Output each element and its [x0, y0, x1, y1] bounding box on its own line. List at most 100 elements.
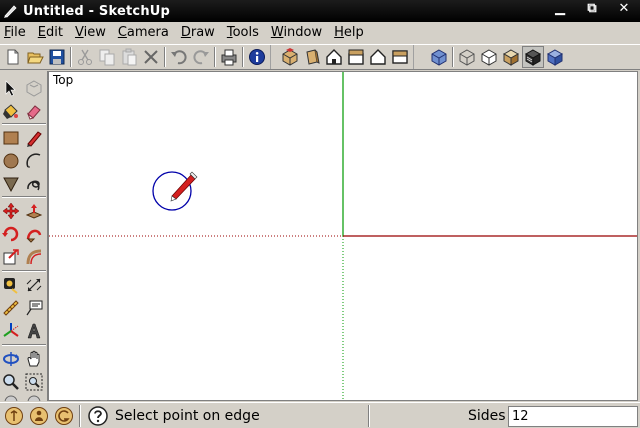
make-component-button[interactable]: [23, 77, 45, 99]
instructor-help-button[interactable]: [87, 405, 109, 427]
view-left-icon: [392, 50, 408, 64]
xray-button[interactable]: [428, 46, 450, 68]
undo-icon: [171, 50, 187, 65]
arc-tool-button[interactable]: [23, 150, 45, 172]
model-info-icon: [249, 49, 265, 65]
scale-icon: [3, 249, 19, 265]
menu-tools[interactable]: Tools: [221, 23, 265, 43]
new-button[interactable]: [2, 46, 24, 68]
menu-edit[interactable]: Edit: [32, 23, 69, 43]
dimension-tool-button[interactable]: [23, 274, 45, 296]
rotate-tool-button[interactable]: [0, 223, 22, 245]
eraser-button[interactable]: [23, 100, 45, 122]
cut-button[interactable]: [74, 46, 96, 68]
erase-button[interactable]: [140, 46, 162, 68]
help-question-icon: [88, 405, 108, 426]
window-title: Untitled - SketchUp: [23, 3, 171, 19]
axes-tool-button[interactable]: [0, 320, 22, 342]
paste-button[interactable]: [118, 46, 140, 68]
left-view-button[interactable]: [389, 46, 411, 68]
left-tools-palette: [0, 71, 48, 401]
copy-button[interactable]: [96, 46, 118, 68]
menu-help[interactable]: Help: [328, 23, 370, 43]
shaded-textures-button[interactable]: [522, 46, 544, 68]
freehand-tool-button[interactable]: [23, 173, 45, 195]
hidden-line-button[interactable]: [478, 46, 500, 68]
previous-view-button[interactable]: [0, 393, 22, 401]
rectangle-tool-button[interactable]: [0, 127, 22, 149]
polygon-tool-button[interactable]: [0, 173, 22, 195]
iso-view-button[interactable]: [279, 46, 301, 68]
orbit-icon: [3, 352, 19, 366]
follow-me-tool-button[interactable]: [23, 223, 45, 245]
measurements-input[interactable]: [508, 406, 638, 427]
select-arrow-icon: [5, 80, 16, 97]
protractor-tool-button[interactable]: [0, 297, 22, 319]
shaded-textures-icon: [524, 49, 542, 66]
close-button[interactable]: ✕: [609, 0, 639, 16]
paint-bucket-icon: [3, 104, 18, 119]
arc-icon: [26, 153, 41, 168]
circle-icon: [3, 153, 19, 169]
previous-view-icon: [4, 395, 18, 401]
sign-in-button[interactable]: [53, 405, 75, 427]
line-tool-button[interactable]: [23, 127, 45, 149]
paint-bucket-button[interactable]: [0, 100, 22, 122]
file-toolbar-group: [0, 45, 271, 69]
undo-button[interactable]: [168, 46, 190, 68]
save-button[interactable]: [46, 46, 68, 68]
back-view-button[interactable]: [367, 46, 389, 68]
open-button[interactable]: [24, 46, 46, 68]
title-bar: Untitled - SketchUp ▁ ⧉ ✕: [0, 0, 640, 22]
select-tool-button[interactable]: [0, 77, 22, 99]
zoom-window-tool-button[interactable]: [23, 371, 45, 393]
credits-button[interactable]: [28, 405, 50, 427]
scale-tool-button[interactable]: [0, 246, 22, 268]
3d-text-tool-button[interactable]: [23, 320, 45, 342]
menu-file[interactable]: File: [0, 23, 32, 43]
top-view-button[interactable]: [301, 46, 323, 68]
3d-text-icon: [27, 323, 41, 339]
orbit-tool-button[interactable]: [0, 348, 22, 370]
view-top-icon: [306, 49, 320, 65]
component-icon: [26, 80, 42, 97]
menu-window[interactable]: Window: [265, 23, 328, 43]
front-view-button[interactable]: [323, 46, 345, 68]
drawing-viewport[interactable]: Top: [48, 71, 638, 401]
geo-location-button[interactable]: [3, 405, 25, 427]
move-tool-button[interactable]: [0, 200, 22, 222]
monochrome-icon: [546, 49, 564, 66]
zoom-tool-button[interactable]: [0, 371, 22, 393]
redo-button[interactable]: [190, 46, 212, 68]
circle-tool-button[interactable]: [0, 150, 22, 172]
credits-person-icon: [30, 406, 48, 425]
status-bar: Select point on edge Sides: [0, 402, 640, 428]
wireframe-icon: [459, 49, 475, 66]
zoom-magnifier-icon: [3, 374, 19, 390]
circle-tool-cursor-icon: [152, 171, 198, 211]
push-pull-tool-button[interactable]: [23, 200, 45, 222]
shaded-button[interactable]: [500, 46, 522, 68]
right-view-button[interactable]: [345, 46, 367, 68]
restore-button[interactable]: ⧉: [577, 0, 607, 16]
tape-measure-tool-button[interactable]: [0, 274, 22, 296]
monochrome-button[interactable]: [544, 46, 566, 68]
menu-draw[interactable]: Draw: [175, 23, 221, 43]
next-view-button[interactable]: [23, 393, 45, 401]
text-tool-button[interactable]: [23, 297, 45, 319]
wireframe-button[interactable]: [456, 46, 478, 68]
style-toolbar-group: [426, 45, 568, 69]
eraser-icon: [26, 105, 41, 120]
move-icon: [2, 202, 20, 220]
menu-view[interactable]: View: [69, 23, 112, 43]
print-button[interactable]: [218, 46, 240, 68]
follow-me-icon: [26, 229, 42, 243]
model-info-button[interactable]: [246, 46, 268, 68]
menu-camera[interactable]: Camera: [112, 23, 175, 43]
offset-tool-button[interactable]: [23, 246, 45, 268]
view-right-icon: [348, 49, 364, 65]
minimize-button[interactable]: ▁: [545, 0, 575, 16]
freehand-icon: [27, 180, 40, 191]
geo-location-icon: [5, 406, 23, 425]
pan-tool-button[interactable]: [23, 348, 45, 370]
